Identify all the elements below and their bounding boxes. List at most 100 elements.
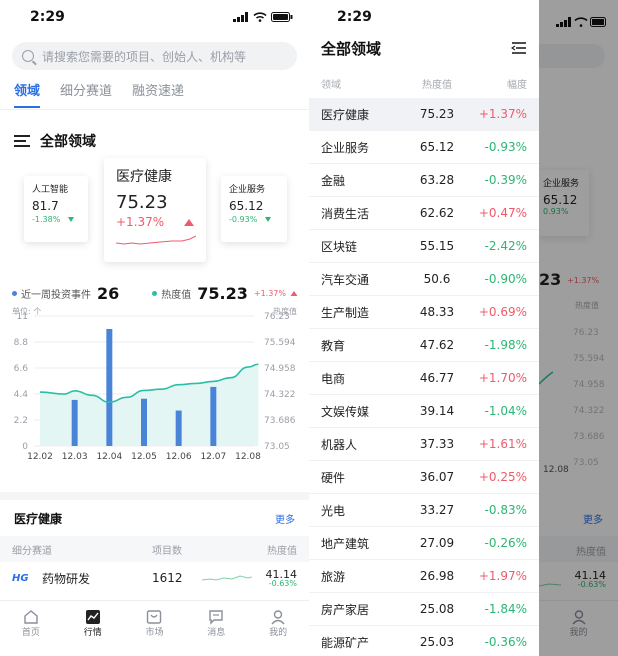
domain-row[interactable]: 能源矿产 25.03 -0.36% [309,626,539,656]
domain-change: +1.61% [478,437,527,451]
dim-overlay[interactable] [539,0,618,656]
domain-change: +1.37% [478,107,527,121]
domain-name: 教育 [321,338,346,353]
heat-change: +1.37% [253,288,286,298]
screenshot-root: 2:29 请搜索您需要的项目、创始人、机构等 领域 细分赛道 融资速递 全部领域 [0,0,618,656]
events-value: 26 [97,283,120,303]
domain-heat: 25.08 [419,602,455,616]
wifi-icon [253,12,267,22]
domain-change: -0.39% [484,173,527,187]
drawer-title: 全部领域 [321,39,382,58]
tabbar-home[interactable]: 首页 [0,601,62,656]
event-bar [71,399,78,446]
card-name: 人工智能 [32,185,69,195]
domain-row[interactable]: 金融 63.28 -0.39% [309,164,539,197]
domain-row[interactable]: 房产家居 25.08 -1.84% [309,593,539,626]
tabbar-profile[interactable]: 我的 [247,601,309,656]
right-tick-label: 76.23 [264,312,290,322]
domain-change: -0.93% [484,140,527,154]
collapse-menu-icon[interactable] [511,41,527,55]
domain-row[interactable]: 区块链 55.15 -2.42% [309,230,539,263]
list-title: 医疗健康 [14,511,63,526]
tabbar-label: 行情 [83,628,102,638]
tabbar-message[interactable]: 消息 [185,601,247,656]
list-item[interactable]: HG 药物研发 1612 41.14 -0.63% [0,562,309,594]
domain-name: 电商 [321,371,346,386]
status-bar: 2:29 [0,0,309,34]
domain-change: -0.83% [484,503,527,517]
domain-row[interactable]: 机器人 37.33 +1.61% [309,428,539,461]
card-enterprise[interactable]: 企业服务 65.12 -0.93% [221,176,287,242]
domain-drawer-screen: 企业服务 65.12 0.93% 23 +1.37% 热度值 76.23 75.… [309,0,618,656]
domain-row[interactable]: 生产制造 48.33 +0.69% [309,296,539,329]
card-healthcare[interactable]: 医疗健康 75.23 +1.37% [104,158,206,262]
card-change: +1.37% [116,215,165,229]
tabbar-label: 我的 [269,628,288,638]
domain-name: 能源矿产 [321,635,370,650]
tabbar-trend[interactable]: 行情 [62,601,124,656]
domain-row[interactable]: 硬件 36.07 +0.25% [309,461,539,494]
domain-heat: 46.77 [419,371,455,385]
domain-heat: 50.6 [423,272,451,286]
domain-row[interactable]: 电商 46.77 +1.70% [309,362,539,395]
domain-heat: 33.27 [419,503,455,517]
message-icon [209,610,223,625]
status-bar: 2:29 [309,0,539,34]
domain-heat: 26.98 [419,569,455,583]
domain-name: 企业服务 [321,140,370,155]
x-tick-label: 12.06 [166,452,192,462]
menu-icon[interactable] [14,135,30,147]
more-link[interactable]: 更多 [275,511,295,526]
company-logo: HG [12,572,29,584]
domain-row[interactable]: 光电 33.27 -0.83% [309,494,539,527]
domain-row[interactable]: 医疗健康 75.23 +1.37% [309,98,539,131]
item-values: 41.14 -0.63% [252,569,298,588]
chart-svg: 单位: 个热度值02.24.46.68.81173.0573.68674.322… [12,306,297,462]
domain-heat: 62.62 [419,206,455,220]
domain-change: -0.36% [484,635,527,649]
domain-row[interactable]: 消费生活 62.62 +0.47% [309,197,539,230]
divider [0,492,309,500]
x-tick-label: 12.04 [96,452,122,462]
domain-heat: 27.09 [419,536,455,550]
right-tick-label: 74.958 [264,364,296,374]
left-tick-label: 8.8 [14,338,29,348]
domain-row[interactable]: 地产建筑 27.09 -0.26% [309,527,539,560]
domain-heat: 25.03 [419,635,455,649]
domain-heat: 63.28 [419,173,455,187]
domain-change: +0.69% [478,305,527,319]
domain-name: 文娱传媒 [321,404,370,419]
search-placeholder: 请搜索您需要的项目、创始人、机构等 [42,49,247,64]
left-tick-label: 2.2 [14,416,28,426]
card-change-row: +1.37% [116,215,194,229]
search-bar[interactable]: 请搜索您需要的项目、创始人、机构等 [12,42,297,70]
card-name: 医疗健康 [116,169,172,185]
domain-name: 金融 [321,173,346,188]
domain-row[interactable]: 汽车交通 50.6 -0.90% [309,263,539,296]
domain-row[interactable]: 教育 47.62 -1.98% [309,329,539,362]
tabbar-market[interactable]: 市场 [124,601,186,656]
right-tick-label: 75.594 [264,338,296,348]
domain-row[interactable]: 旅游 26.98 +1.97% [309,560,539,593]
tab-funding[interactable]: 融资速递 [132,80,184,108]
card-ai[interactable]: 人工智能 81.7 -1.38% [24,176,88,242]
domain-heat: 75.23 [419,107,455,121]
heat-chart: 单位: 个热度值 0 2.2 4.4 6.6 8.8 11 73.05 73.686 74.322… [0,306,309,492]
events-label: 近一周投资事件 [21,289,91,301]
right-tick-label: 73.05 [264,442,290,452]
col-domain: 领域 [321,79,341,91]
domain-name: 地产建筑 [321,536,370,551]
battery-icon [271,12,293,22]
domain-drawer: 2:29 全部领域 领域 热度值 幅度 医疗健康 75.23 +1.37% 企业服务 6… [309,0,539,656]
left-tick-label: 11 [17,312,28,322]
tab-domain[interactable]: 领域 [14,80,41,108]
up-triangle-icon [184,218,194,226]
domain-heat: 39.14 [419,404,455,418]
drawer-list: 医疗健康 75.23 +1.37% 企业服务 65.12 -0.93% 金融 63.28 -0.… [309,98,539,656]
domain-change: -2.42% [484,239,527,253]
card-change: -0.93% [229,215,258,224]
domain-row[interactable]: 企业服务 65.12 -0.93% [309,131,539,164]
col-heat: 热度值 [422,79,452,91]
tab-subtrack[interactable]: 细分赛道 [60,80,112,108]
domain-row[interactable]: 文娱传媒 39.14 -1.04% [309,395,539,428]
